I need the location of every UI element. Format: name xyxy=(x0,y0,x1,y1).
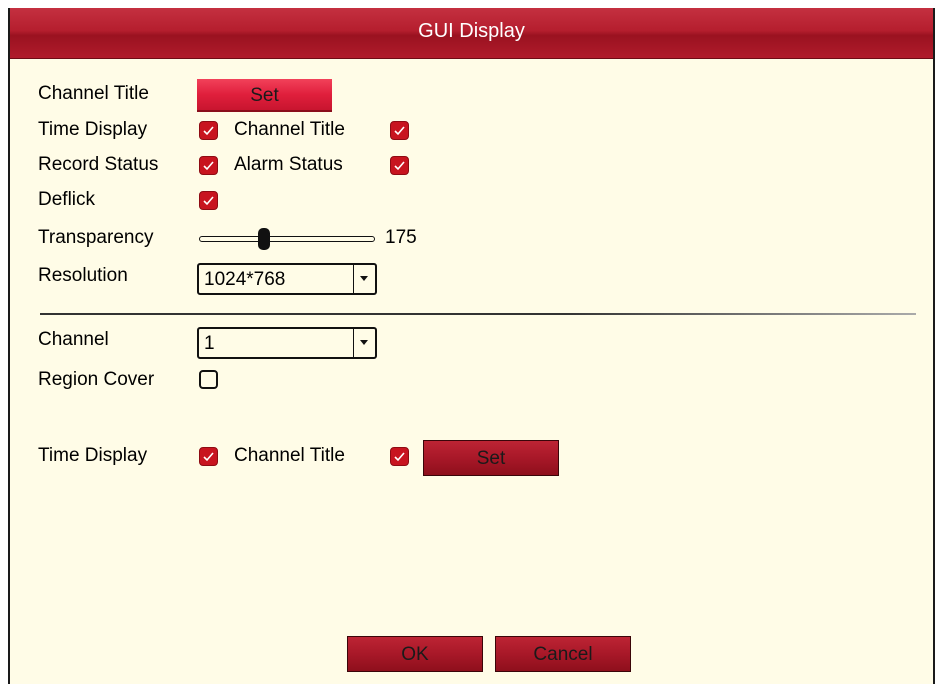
channel-title-label: Channel Title xyxy=(38,83,149,104)
channel-channel-title-label: Channel Title xyxy=(234,445,345,466)
channel-channel-title-checkbox[interactable] xyxy=(390,447,409,466)
transparency-label: Transparency xyxy=(38,227,154,248)
cancel-button[interactable]: Cancel xyxy=(495,636,631,672)
channel-title-cover-set-button[interactable]: Set xyxy=(423,440,559,476)
transparency-value: 175 xyxy=(385,227,417,248)
resolution-label: Resolution xyxy=(38,265,128,286)
time-display-label: Time Display xyxy=(38,119,148,140)
channel-dropdown-button[interactable] xyxy=(353,329,375,357)
checkmark-icon xyxy=(394,126,405,136)
checkmark-icon xyxy=(203,126,214,136)
checkmark-icon xyxy=(203,161,214,171)
region-cover-label: Region Cover xyxy=(38,369,155,390)
gui-display-dialog: GUI Display Channel Title Set Time Displ… xyxy=(8,8,935,684)
channel-title-checkbox[interactable] xyxy=(390,121,409,140)
section-divider xyxy=(40,313,916,315)
alarm-status-label: Alarm Status xyxy=(234,154,343,175)
time-display-checkbox[interactable] xyxy=(199,121,218,140)
dialog-title: GUI Display xyxy=(418,20,525,42)
transparency-slider-track[interactable] xyxy=(199,236,375,242)
deflick-label: Deflick xyxy=(38,189,96,210)
title-bar: GUI Display xyxy=(10,8,933,59)
resolution-select-value: 1024*768 xyxy=(204,269,286,290)
checkmark-icon xyxy=(394,161,405,171)
checkmark-icon xyxy=(203,452,214,462)
deflick-checkbox[interactable] xyxy=(199,191,218,210)
resolution-select[interactable]: 1024*768 xyxy=(197,263,377,295)
channel-select-value: 1 xyxy=(204,333,215,354)
channel-time-display-checkbox[interactable] xyxy=(199,447,218,466)
checkmark-icon xyxy=(394,452,405,462)
channel-label: Channel xyxy=(38,329,109,350)
channel-title-set-button[interactable]: Set xyxy=(197,79,332,112)
chevron-down-icon xyxy=(360,276,368,281)
ok-button[interactable]: OK xyxy=(347,636,483,672)
channel-select[interactable]: 1 xyxy=(197,327,377,359)
channel-time-display-label: Time Display xyxy=(38,445,148,466)
resolution-dropdown-button[interactable] xyxy=(353,265,375,293)
channel-title-check-label: Channel Title xyxy=(234,119,345,140)
transparency-slider-thumb[interactable] xyxy=(258,228,270,250)
record-status-label: Record Status xyxy=(38,154,159,175)
region-cover-checkbox[interactable] xyxy=(199,370,218,389)
checkmark-icon xyxy=(203,196,214,206)
record-status-checkbox[interactable] xyxy=(199,156,218,175)
alarm-status-checkbox[interactable] xyxy=(390,156,409,175)
chevron-down-icon xyxy=(360,340,368,345)
